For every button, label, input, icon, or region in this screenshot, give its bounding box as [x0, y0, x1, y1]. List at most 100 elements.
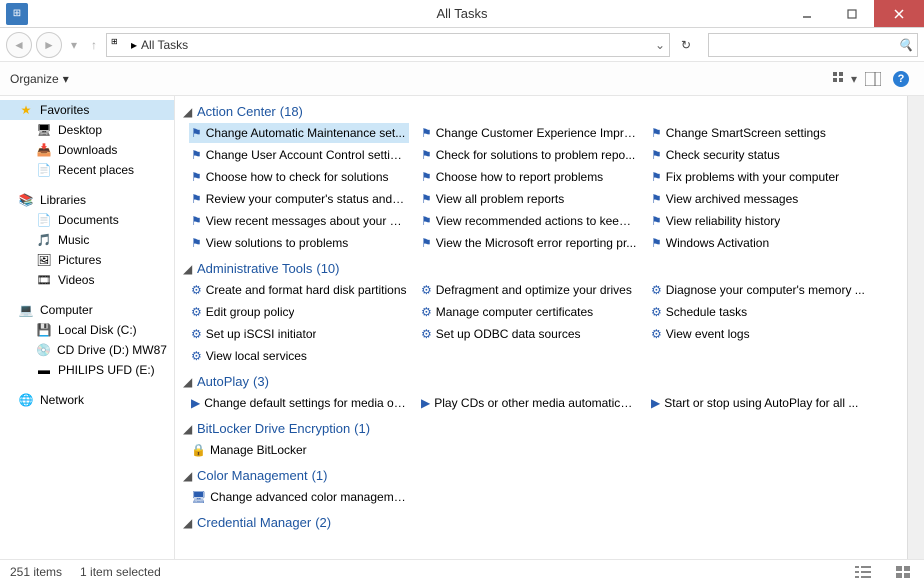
- back-button[interactable]: ◄: [6, 32, 32, 58]
- task-label: Change SmartScreen settings: [666, 126, 826, 140]
- nav-item[interactable]: 🖼 Pictures: [0, 250, 174, 270]
- task-item[interactable]: ⚑Windows Activation: [649, 233, 869, 253]
- computer-icon: 💻: [18, 302, 34, 318]
- task-item[interactable]: ⚙View local services: [189, 346, 409, 366]
- task-item[interactable]: ⚑View solutions to problems: [189, 233, 409, 253]
- address-dropdown-icon[interactable]: ⌄: [655, 38, 665, 52]
- search-box[interactable]: 🔍: [708, 33, 918, 57]
- task-item[interactable]: ▶Start or stop using AutoPlay for all ..…: [649, 393, 869, 413]
- task-label: View reliability history: [666, 214, 781, 228]
- maximize-button[interactable]: [829, 0, 874, 27]
- breadcrumb-sep: ▸: [131, 38, 137, 52]
- task-item[interactable]: 🖥Change advanced color manageme...: [189, 487, 409, 507]
- nav-item-label: Documents: [58, 213, 119, 227]
- task-item[interactable]: ⚑View all problem reports: [419, 189, 639, 209]
- group-header[interactable]: ◢Credential Manager (2): [183, 515, 905, 530]
- nav-item-label: Local Disk (C:): [58, 323, 137, 337]
- task-item[interactable]: ⚙Schedule tasks: [649, 302, 869, 322]
- task-item[interactable]: ⚙Edit group policy: [189, 302, 409, 322]
- nav-item-label: Desktop: [58, 123, 102, 137]
- libraries-icon: 📚: [18, 192, 34, 208]
- task-item[interactable]: ⚙View event logs: [649, 324, 869, 344]
- task-item[interactable]: ⚙Set up iSCSI initiator: [189, 324, 409, 344]
- collapse-icon: ◢: [183, 516, 193, 530]
- group-name: Color Management: [197, 468, 308, 483]
- task-label: Change default settings for media or...: [204, 396, 407, 410]
- task-item[interactable]: ⚙Manage computer certificates: [419, 302, 639, 322]
- group-header[interactable]: ◢Color Management (1): [183, 468, 905, 483]
- task-item[interactable]: ⚑View the Microsoft error reporting pr..…: [419, 233, 639, 253]
- task-item[interactable]: ⚙Defragment and optimize your drives: [419, 280, 639, 300]
- icons-view-button[interactable]: [892, 563, 914, 581]
- view-options-button[interactable]: ▾: [832, 68, 858, 90]
- task-item[interactable]: ⚑Check security status: [649, 145, 869, 165]
- group-header[interactable]: ◢AutoPlay (3): [183, 374, 905, 389]
- selection-count: 1 item selected: [80, 565, 161, 579]
- task-item[interactable]: ⚑Change User Account Control settings: [189, 145, 409, 165]
- nav-libraries[interactable]: 📚Libraries: [0, 190, 174, 210]
- task-item[interactable]: ⚙Create and format hard disk partitions: [189, 280, 409, 300]
- task-item[interactable]: ⚑Change SmartScreen settings: [649, 123, 869, 143]
- nav-item[interactable]: 💾Local Disk (C:): [0, 320, 174, 340]
- nav-item[interactable]: 🎵Music: [0, 230, 174, 250]
- task-label: Check security status: [666, 148, 780, 162]
- task-item[interactable]: ⚑View archived messages: [649, 189, 869, 209]
- item-icon: ▶: [421, 396, 430, 410]
- item-icon: ⚑: [421, 236, 432, 250]
- task-label: Review your computer's status and r...: [206, 192, 407, 206]
- group-header[interactable]: ◢Action Center (18): [183, 104, 905, 119]
- nav-item-label: PHILIPS UFD (E:): [58, 363, 155, 377]
- refresh-button[interactable]: ↻: [674, 33, 698, 57]
- minimize-button[interactable]: [784, 0, 829, 27]
- nav-computer[interactable]: 💻Computer: [0, 300, 174, 320]
- nav-item[interactable]: ▬PHILIPS UFD (E:): [0, 360, 174, 380]
- collapse-icon: ◢: [183, 422, 193, 436]
- task-item[interactable]: ⚑Check for solutions to problem repo...: [419, 145, 639, 165]
- item-icon: ⚑: [651, 192, 662, 206]
- recent-locations-button[interactable]: ▾: [66, 32, 82, 58]
- nav-network[interactable]: 🌐Network: [0, 390, 174, 410]
- nav-item[interactable]: 📄Documents: [0, 210, 174, 230]
- task-label: Choose how to check for solutions: [206, 170, 389, 184]
- task-item[interactable]: ⚑Change Customer Experience Impro...: [419, 123, 639, 143]
- recent-icon: 📄: [36, 162, 52, 178]
- nav-favorites[interactable]: ★Favorites: [0, 100, 174, 120]
- details-view-button[interactable]: [852, 563, 874, 581]
- task-item[interactable]: ⚙Diagnose your computer's memory ...: [649, 280, 869, 300]
- item-icon: ⚑: [191, 170, 202, 184]
- forward-button[interactable]: ►: [36, 32, 62, 58]
- pictures-icon: 🖼: [36, 252, 52, 268]
- item-icon: ⚑: [651, 170, 662, 184]
- task-item[interactable]: ▶Play CDs or other media automatically: [419, 393, 639, 413]
- group-header[interactable]: ◢Administrative Tools (10): [183, 261, 905, 276]
- task-item[interactable]: ⚑Review your computer's status and r...: [189, 189, 409, 209]
- nav-item[interactable]: 🖥Desktop: [0, 120, 174, 140]
- task-item[interactable]: 🔒Manage BitLocker: [189, 440, 409, 460]
- task-item[interactable]: ⚑Choose how to report problems: [419, 167, 639, 187]
- breadcrumb[interactable]: All Tasks: [141, 38, 188, 52]
- nav-item[interactable]: 📄Recent places: [0, 160, 174, 180]
- up-button[interactable]: ↑: [86, 32, 102, 58]
- task-item[interactable]: ⚑View recent messages about your co...: [189, 211, 409, 231]
- task-item[interactable]: ⚑Change Automatic Maintenance set...: [189, 123, 409, 143]
- close-button[interactable]: [874, 0, 924, 27]
- task-item[interactable]: ⚙Set up ODBC data sources: [419, 324, 639, 344]
- task-item[interactable]: ⚑ Choose how to check for solutions: [189, 167, 409, 187]
- help-button[interactable]: ?: [888, 68, 914, 90]
- nav-item[interactable]: 📥Downloads: [0, 140, 174, 160]
- task-item[interactable]: ⚑Fix problems with your computer: [649, 167, 869, 187]
- scrollbar[interactable]: [907, 96, 924, 559]
- nav-item[interactable]: 🎞Videos: [0, 270, 174, 290]
- search-input[interactable]: [713, 38, 898, 52]
- task-item[interactable]: ⚑View recommended actions to keep ...: [419, 211, 639, 231]
- preview-pane-button[interactable]: [860, 68, 886, 90]
- group-header[interactable]: ◢BitLocker Drive Encryption (1): [183, 421, 905, 436]
- organize-button[interactable]: Organize ▾: [10, 72, 69, 86]
- nav-item[interactable]: 💿CD Drive (D:) MW87: [0, 340, 174, 360]
- item-icon: ⚑: [191, 148, 202, 162]
- task-item[interactable]: ⚑View reliability history: [649, 211, 869, 231]
- task-item[interactable]: ▶Change default settings for media or...: [189, 393, 409, 413]
- cd-icon: 💿: [36, 342, 51, 358]
- nav-item-label: Pictures: [58, 253, 101, 267]
- address-bar[interactable]: ⊞ ▸ All Tasks ⌄: [106, 33, 670, 57]
